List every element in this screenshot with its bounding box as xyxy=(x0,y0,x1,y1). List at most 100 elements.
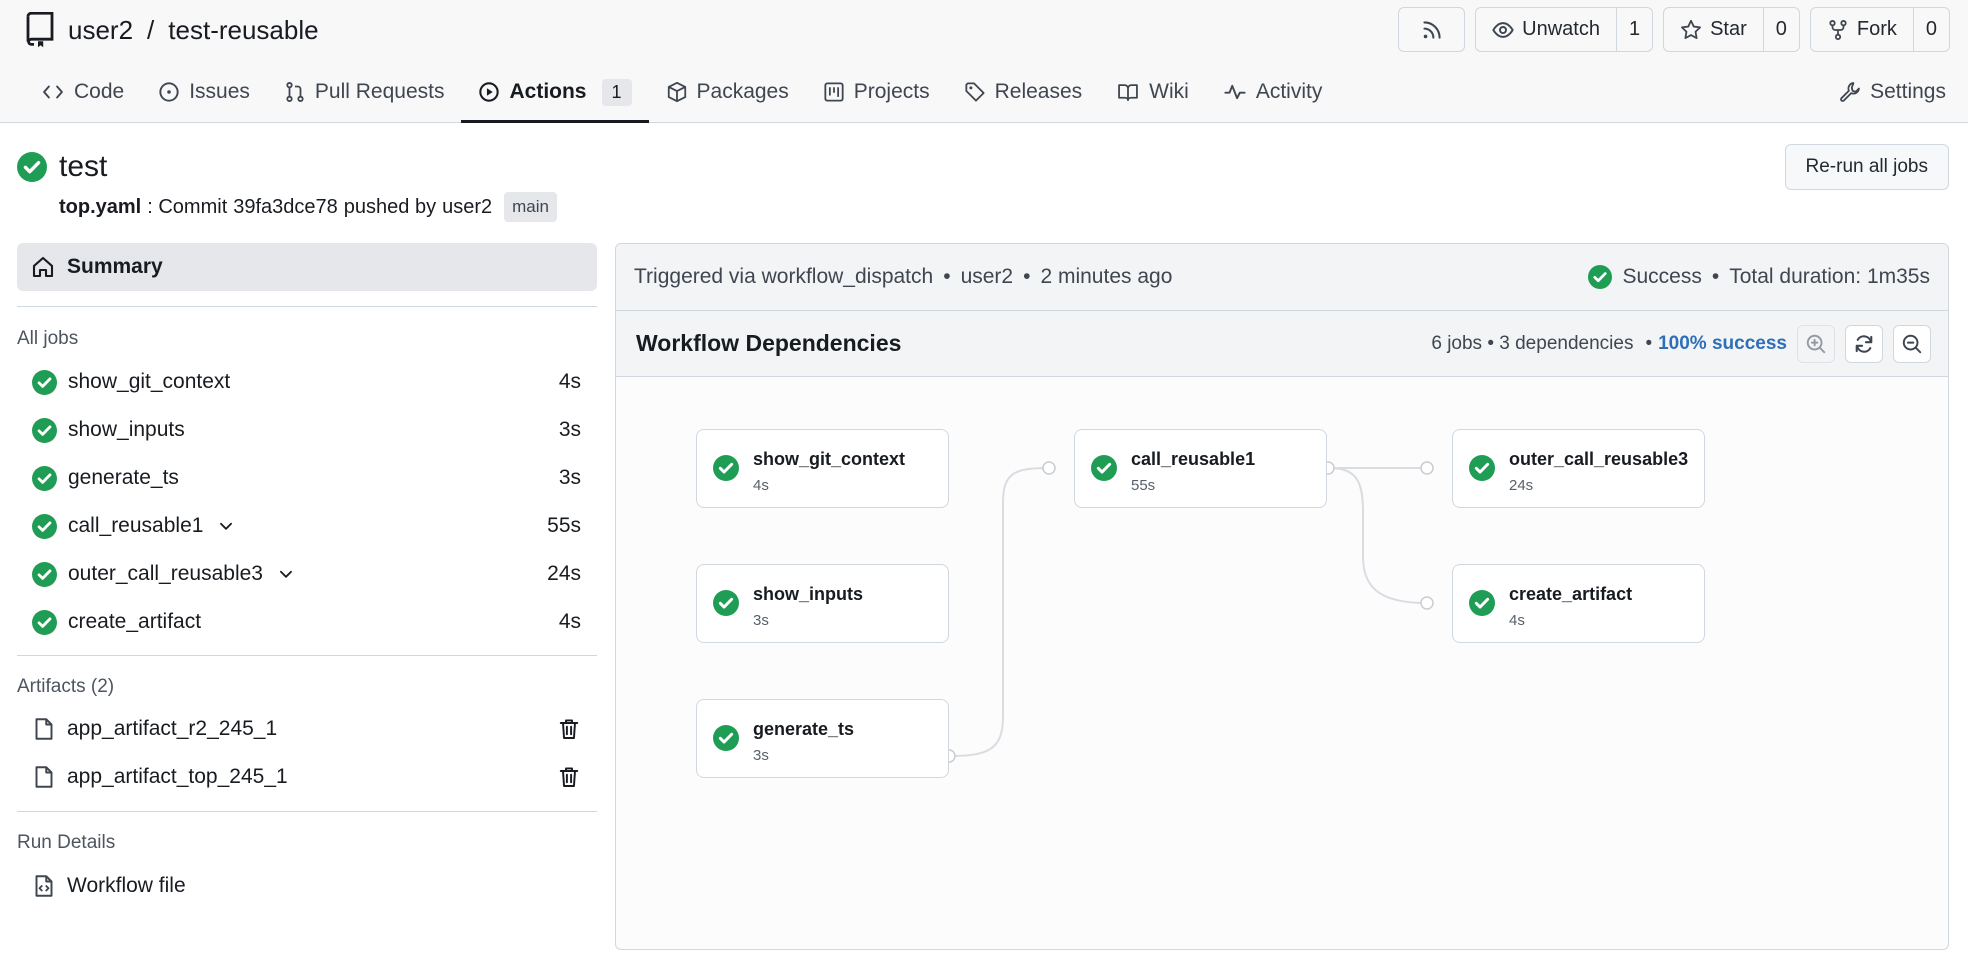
wrench-icon xyxy=(1840,82,1860,102)
job-name: outer_call_reusable3 xyxy=(68,562,263,585)
run-title: test xyxy=(17,150,107,184)
artifact-row[interactable]: app_artifact_r2_245_1 xyxy=(17,705,597,753)
branch-badge[interactable]: main xyxy=(504,192,557,222)
tab-projects-label: Projects xyxy=(853,80,930,103)
artifact-list: app_artifact_r2_245_1 app_artifact_top_24… xyxy=(17,705,597,801)
job-duration: 24s xyxy=(547,562,581,585)
node-duration: 55s xyxy=(1131,477,1156,494)
trigger-time: 2 minutes ago xyxy=(1040,265,1173,288)
chevron-down-icon[interactable] xyxy=(217,517,235,535)
graph-node-call-reusable1[interactable]: call_reusable1 55s xyxy=(1074,429,1327,508)
sidebar-divider xyxy=(17,811,597,812)
sidebar-job-row[interactable]: show_inputs 3s xyxy=(17,406,597,454)
job-name-wrap: outer_call_reusable3 xyxy=(68,562,547,586)
edge-generate-ts-to-call-reusable1 xyxy=(948,467,1050,757)
watch-button[interactable]: Unwatch 1 xyxy=(1475,7,1654,52)
workflow-graph-header: Workflow Dependencies 6 jobs • 3 depende… xyxy=(616,311,1948,377)
job-name: generate_ts xyxy=(68,466,179,489)
sidebar-job-row[interactable]: generate_ts 3s xyxy=(17,454,597,502)
separator-dot: • xyxy=(1711,265,1720,288)
star-button[interactable]: Star 0 xyxy=(1663,7,1800,52)
workflow-file-label: Workflow file xyxy=(67,874,186,897)
sidebar-job-row[interactable]: create_artifact 4s xyxy=(17,598,597,646)
job-name: create_artifact xyxy=(68,610,202,633)
sidebar-summary-label: Summary xyxy=(67,255,163,278)
job-name-wrap: call_reusable1 xyxy=(68,514,547,538)
tab-projects[interactable]: Projects xyxy=(806,64,947,120)
success-check-icon xyxy=(1469,455,1495,481)
run-details-label: Run Details xyxy=(17,832,116,853)
artifact-row[interactable]: app_artifact_top_245_1 xyxy=(17,753,597,801)
tab-issues-label: Issues xyxy=(189,80,250,103)
artifact-name[interactable]: app_artifact_top_245_1 xyxy=(67,765,557,789)
job-name: call_reusable1 xyxy=(68,514,204,537)
tab-wiki[interactable]: Wiki xyxy=(1099,64,1206,120)
tab-code-label: Code xyxy=(74,80,125,103)
play-icon xyxy=(479,82,500,102)
fork-count[interactable]: 0 xyxy=(1912,8,1949,51)
graph-node-show-inputs[interactable]: show_inputs 3s xyxy=(696,564,949,643)
success-check-icon xyxy=(1588,265,1613,289)
watch-count[interactable]: 1 xyxy=(1615,8,1652,51)
fork-label: Fork xyxy=(1856,18,1897,40)
all-jobs-label: All jobs xyxy=(17,328,79,349)
tab-packages[interactable]: Packages xyxy=(649,64,806,120)
pusher-user-link[interactable]: user2 xyxy=(442,196,492,219)
reset-zoom-button[interactable] xyxy=(1845,324,1883,363)
tag-icon xyxy=(965,82,985,102)
repo-name-link[interactable]: test-reusable xyxy=(168,15,318,46)
job-name: show_inputs xyxy=(68,418,185,441)
node-name: show_inputs xyxy=(753,584,864,604)
tab-pull-requests[interactable]: Pull Requests xyxy=(267,64,462,120)
trigger-user[interactable]: user2 xyxy=(961,265,1014,289)
tab-packages-label: Packages xyxy=(696,80,789,103)
chevron-down-icon[interactable] xyxy=(277,565,295,583)
repo-header: user2 / test-reusable Unwatch 1 Star 0 F… xyxy=(0,0,1968,123)
run-panel: Triggered via workflow_dispatch • user2 … xyxy=(615,243,1949,950)
repo-owner-link[interactable]: user2 xyxy=(68,15,133,46)
zoom-in-button[interactable] xyxy=(1797,324,1835,363)
zoom-out-button[interactable] xyxy=(1893,324,1931,363)
tab-pull-requests-label: Pull Requests xyxy=(314,80,445,103)
graph-node-create-artifact[interactable]: create_artifact 4s xyxy=(1452,564,1705,643)
success-check-icon xyxy=(32,513,57,539)
project-icon xyxy=(824,82,844,102)
trash-icon[interactable] xyxy=(557,717,581,741)
artifact-name[interactable]: app_artifact_r2_245_1 xyxy=(67,717,557,741)
workflow-file-link[interactable]: Workflow file xyxy=(17,862,597,910)
star-count[interactable]: 0 xyxy=(1762,8,1799,51)
zoom-out-icon xyxy=(1902,334,1922,353)
tab-issues[interactable]: Issues xyxy=(141,64,267,120)
tab-settings[interactable]: Settings xyxy=(1839,64,1946,120)
graph-node-generate-ts[interactable]: generate_ts 3s xyxy=(696,699,949,778)
workflow-file-name[interactable]: top.yaml xyxy=(59,196,141,219)
sidebar-item-summary[interactable]: Summary xyxy=(17,243,597,291)
job-duration: 4s xyxy=(558,610,581,633)
success-check-icon xyxy=(713,455,739,481)
sidebar-job-row[interactable]: call_reusable1 55s xyxy=(17,502,597,550)
tab-activity[interactable]: Activity xyxy=(1206,64,1340,120)
sidebar-job-row[interactable]: show_git_context 4s xyxy=(17,358,597,406)
graph-node-outer-call-reusable3[interactable]: outer_call_reusable3 24s xyxy=(1452,429,1705,508)
tab-code[interactable]: Code xyxy=(24,64,141,120)
tab-releases[interactable]: Releases xyxy=(947,64,1100,120)
separator-dot: • xyxy=(1023,265,1031,288)
rerun-all-jobs-button[interactable]: Re-run all jobs xyxy=(1784,144,1949,190)
graph-node-show-git-context[interactable]: show_git_context 4s xyxy=(696,429,949,508)
run-sidebar: Summary All jobs show_git_context 4s show_… xyxy=(17,243,597,910)
job-duration: 55s xyxy=(547,514,581,537)
success-check-icon xyxy=(32,561,57,587)
port xyxy=(1420,596,1434,610)
rss-button[interactable] xyxy=(1398,7,1466,52)
fork-button[interactable]: Fork 0 xyxy=(1809,7,1950,52)
tab-activity-label: Activity xyxy=(1255,80,1323,103)
repo-icon xyxy=(26,12,54,48)
node-duration: 3s xyxy=(753,747,769,764)
tab-actions[interactable]: Actions 1 xyxy=(461,64,649,123)
trash-icon[interactable] xyxy=(557,765,581,789)
success-check-icon xyxy=(713,590,739,616)
tab-wiki-label: Wiki xyxy=(1149,80,1189,103)
tab-settings-label: Settings xyxy=(1870,80,1946,103)
commit-sha-link[interactable]: 39fa3dce78 xyxy=(233,196,338,219)
sidebar-job-row[interactable]: outer_call_reusable3 24s xyxy=(17,550,597,598)
